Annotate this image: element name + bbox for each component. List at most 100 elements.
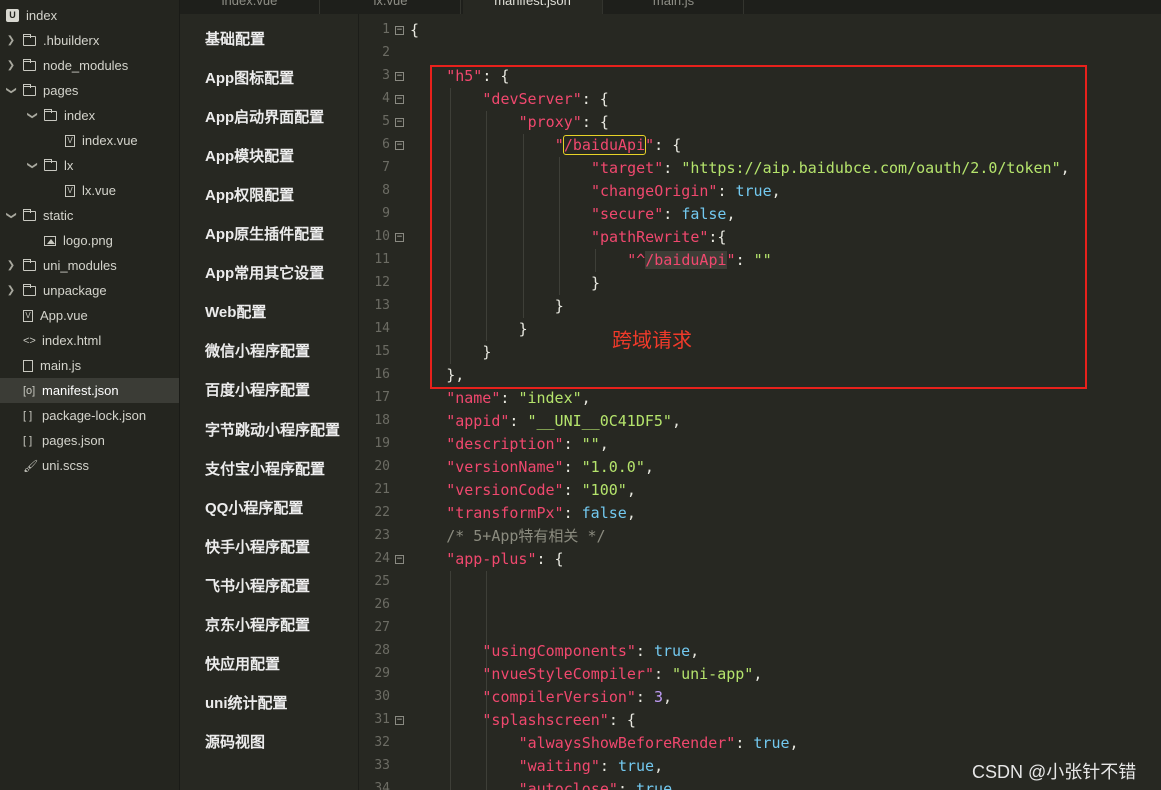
tree-item-index[interactable]: ❯ index bbox=[0, 103, 179, 128]
code-line[interactable]: { bbox=[410, 19, 419, 42]
punctuation: : { bbox=[581, 113, 609, 131]
tab-lx-vue[interactable]: lx.vue bbox=[321, 0, 461, 14]
code-line[interactable]: "appid": "__UNI__0C41DF5", bbox=[446, 410, 681, 433]
json-string: "1.0.0" bbox=[581, 458, 645, 476]
settings-nav-item[interactable]: 源码视图 bbox=[205, 731, 265, 752]
chevron-right-icon[interactable]: ❯ bbox=[4, 285, 18, 296]
indent-guide bbox=[522, 134, 524, 318]
json-boolean: false bbox=[581, 504, 627, 522]
tree-item-main-js[interactable]: main.js bbox=[0, 353, 179, 378]
fold-toggle-icon[interactable]: − bbox=[395, 118, 404, 127]
tree-item-index[interactable]: Uindex bbox=[0, 3, 179, 28]
settings-nav-item[interactable]: 百度小程序配置 bbox=[205, 379, 310, 400]
code-line[interactable]: } bbox=[591, 272, 600, 295]
code-line[interactable]: "changeOrigin": true, bbox=[591, 180, 781, 203]
settings-nav-item[interactable]: 飞书小程序配置 bbox=[205, 575, 310, 596]
tree-item-static[interactable]: ❯ static bbox=[0, 203, 179, 228]
tree-item-logo-png[interactable]: logo.png bbox=[0, 228, 179, 253]
code-line[interactable]: "compilerVersion": 3, bbox=[482, 686, 672, 709]
tree-item-lx-vue[interactable]: Vlx.vue bbox=[0, 178, 179, 203]
settings-nav-item[interactable]: uni统计配置 bbox=[205, 692, 288, 713]
code-line[interactable]: "transformPx": false, bbox=[446, 502, 636, 525]
chevron-right-icon[interactable]: ❯ bbox=[4, 60, 18, 71]
json-boolean: true bbox=[617, 757, 655, 775]
settings-nav-item[interactable]: App常用其它设置 bbox=[205, 262, 324, 283]
chevron-right-icon[interactable]: ❯ bbox=[4, 260, 18, 271]
code-line[interactable]: "secure": false, bbox=[591, 203, 736, 226]
tab-manifest-json[interactable]: manifest.json bbox=[463, 0, 603, 14]
tree-item-pages[interactable]: ❯ pages bbox=[0, 78, 179, 103]
settings-nav-item[interactable]: 微信小程序配置 bbox=[205, 340, 310, 361]
settings-nav-item[interactable]: Web配置 bbox=[205, 301, 266, 322]
fold-toggle-icon[interactable]: − bbox=[395, 141, 404, 150]
code-line[interactable]: "^/baiduApi": "" bbox=[627, 249, 772, 272]
code-line[interactable]: }, bbox=[446, 364, 464, 387]
settings-nav-item[interactable]: App权限配置 bbox=[205, 184, 294, 205]
code-line[interactable]: "usingComponents": true, bbox=[482, 640, 699, 663]
settings-nav-item[interactable]: 字节跳动小程序配置 bbox=[205, 419, 340, 440]
tree-item-app-vue[interactable]: V App.vue bbox=[0, 303, 179, 328]
fold-toggle-icon[interactable]: − bbox=[395, 233, 404, 242]
settings-nav-item[interactable]: 快应用配置 bbox=[205, 653, 280, 674]
code-line[interactable]: } bbox=[482, 341, 491, 364]
settings-nav-item[interactable]: 快手小程序配置 bbox=[205, 536, 310, 557]
code-line[interactable]: "versionCode": "100", bbox=[446, 479, 636, 502]
tree-item-lx[interactable]: ❯ lx bbox=[0, 153, 179, 178]
code-line[interactable]: "target": "https://aip.baidubce.com/oaut… bbox=[591, 157, 1070, 180]
code-line[interactable]: "proxy": { bbox=[519, 111, 609, 134]
tree-item-label: App.vue bbox=[40, 308, 88, 323]
tab-index-vue[interactable]: index.vue bbox=[180, 0, 320, 14]
chevron-down-icon[interactable]: ❯ bbox=[27, 159, 38, 173]
code-line[interactable]: "alwaysShowBeforeRender": true, bbox=[519, 732, 799, 755]
tree-item-uni-modules[interactable]: ❯ uni_modules bbox=[0, 253, 179, 278]
settings-nav-item[interactable]: App模块配置 bbox=[205, 145, 294, 166]
settings-nav-item[interactable]: App原生插件配置 bbox=[205, 223, 324, 244]
settings-nav-item[interactable]: 京东小程序配置 bbox=[205, 614, 310, 635]
settings-nav-item[interactable]: 支付宝小程序配置 bbox=[205, 458, 325, 479]
code-line[interactable]: "nvueStyleCompiler": "uni-app", bbox=[482, 663, 762, 686]
code-line[interactable]: "app-plus": { bbox=[446, 548, 563, 571]
chevron-down-icon[interactable]: ❯ bbox=[27, 109, 38, 123]
fold-toggle-icon[interactable]: − bbox=[395, 716, 404, 725]
fold-toggle-icon[interactable]: − bbox=[395, 72, 404, 81]
punctuation: : bbox=[635, 642, 654, 660]
fold-toggle-icon[interactable]: − bbox=[395, 555, 404, 564]
code-line[interactable]: "versionName": "1.0.0", bbox=[446, 456, 654, 479]
code-line[interactable]: "name": "index", bbox=[446, 387, 591, 410]
tree-item-pages-json[interactable]: [ ] pages.json bbox=[0, 428, 179, 453]
tree-item-manifest-json[interactable]: [o] manifest.json bbox=[0, 378, 179, 403]
chevron-right-icon[interactable]: ❯ bbox=[4, 35, 18, 46]
code-editor[interactable]: 1−2 3−4−5−6−7 8 9 10−11 12 13 14 15 16 17 18 19 20 21 2… bbox=[360, 14, 1161, 790]
code-line[interactable]: "pathRewrite":{ bbox=[591, 226, 726, 249]
code-line[interactable]: "/baiduApi": { bbox=[555, 134, 681, 157]
code-line[interactable]: } bbox=[555, 295, 564, 318]
settings-nav-item[interactable]: App图标配置 bbox=[205, 67, 294, 88]
tab-main-js[interactable]: main.js bbox=[604, 0, 744, 14]
settings-nav-item[interactable]: QQ小程序配置 bbox=[205, 497, 303, 518]
code-line[interactable]: } bbox=[519, 318, 528, 341]
code-line[interactable]: "h5": { bbox=[446, 65, 509, 88]
fold-toggle-icon[interactable]: − bbox=[395, 26, 404, 35]
fold-toggle-icon[interactable]: − bbox=[395, 95, 404, 104]
tree-item-hbuilderx[interactable]: ❯ .hbuilderx bbox=[0, 28, 179, 53]
tree-item-index-vue[interactable]: Vindex.vue bbox=[0, 128, 179, 153]
code-line[interactable]: /* 5+App特有相关 */ bbox=[446, 525, 605, 548]
punctuation: , bbox=[626, 504, 636, 522]
json-boolean: true bbox=[753, 734, 790, 752]
code-line[interactable]: "autoclose": true bbox=[519, 778, 673, 790]
json-string: "" bbox=[753, 251, 772, 269]
settings-nav-item[interactable]: App启动界面配置 bbox=[205, 106, 324, 127]
chevron-down-icon[interactable]: ❯ bbox=[6, 209, 17, 223]
settings-nav-item[interactable]: 基础配置 bbox=[205, 28, 265, 49]
chevron-down-icon[interactable]: ❯ bbox=[6, 84, 17, 98]
json-string: "index" bbox=[518, 389, 582, 407]
tree-item-unpackage[interactable]: ❯ unpackage bbox=[0, 278, 179, 303]
code-line[interactable]: "description": "", bbox=[446, 433, 609, 456]
tree-item-uni-scss[interactable]: 🖌︎ uni.scss bbox=[0, 453, 179, 478]
code-line[interactable]: "splashscreen": { bbox=[482, 709, 636, 732]
tree-item-index-html[interactable]: <> index.html bbox=[0, 328, 179, 353]
code-line[interactable]: "devServer": { bbox=[482, 88, 608, 111]
tree-item-package-lock-json[interactable]: [ ] package-lock.json bbox=[0, 403, 179, 428]
tree-item-node-modules[interactable]: ❯ node_modules bbox=[0, 53, 179, 78]
code-line[interactable]: "waiting": true, bbox=[519, 755, 664, 778]
